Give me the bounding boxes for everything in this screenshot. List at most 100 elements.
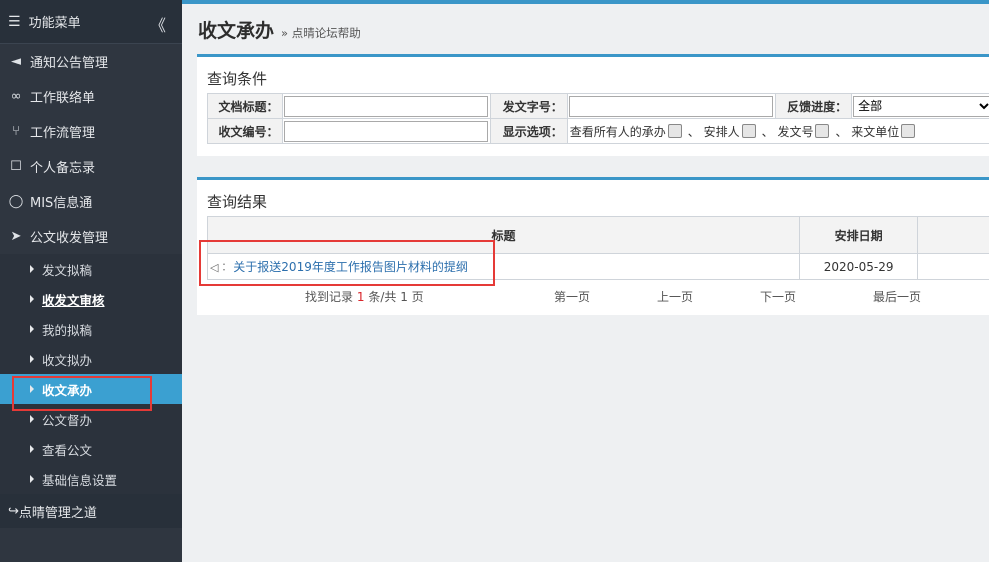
chat-icon: ◯ bbox=[8, 194, 24, 209]
option-view-all: 查看所有人的承办 bbox=[570, 123, 684, 140]
sidebar-item-notice[interactable]: ◄ 通知公告管理 bbox=[0, 44, 182, 79]
caret-right-icon bbox=[30, 415, 34, 423]
option-label: 查看所有人的承办 bbox=[569, 124, 666, 139]
sidebar-subitem-label: 查看公文 bbox=[42, 442, 93, 458]
pager-found-suffix: 页 bbox=[411, 290, 424, 304]
caret-right-icon bbox=[30, 355, 34, 363]
source-unit-checkbox[interactable] bbox=[901, 124, 916, 138]
sidebar-item-management-way[interactable]: ↪ 点晴管理之道 bbox=[0, 494, 182, 528]
display-options-label: 显示选项： bbox=[490, 118, 568, 144]
top-accent-bar bbox=[182, 0, 989, 4]
help-link[interactable]: » 点晴论坛帮助 bbox=[281, 25, 361, 41]
doc-number-checkbox[interactable] bbox=[815, 124, 830, 138]
doc-number-input[interactable] bbox=[568, 95, 773, 117]
receive-number-label: 收文编号： bbox=[206, 118, 284, 144]
sidebar-item-mis[interactable]: ◯ MIS信息通 bbox=[0, 184, 182, 219]
pager-summary: 找到记录 1 条/共 1 页 bbox=[305, 288, 424, 305]
sidebar-subitem-basic-settings[interactable]: 基础信息设置 bbox=[0, 464, 182, 494]
pager: 找到记录 1 条/共 1 页 第一页 上一页 下一页 最后一页 bbox=[197, 288, 989, 306]
column-header-extra bbox=[917, 216, 989, 254]
sidebar-subitem-label: 收发文审核 bbox=[42, 292, 105, 308]
next-page-link[interactable]: 下一页 bbox=[760, 288, 796, 305]
workflow-icon: ⑂ bbox=[12, 124, 20, 139]
sidebar-subitem-draft[interactable]: 发文拟稿 bbox=[0, 254, 182, 284]
caret-right-icon bbox=[30, 325, 34, 333]
table-header-row: 标题 安排日期 bbox=[207, 216, 989, 254]
sidebar-item-contact-sheet[interactable]: ∞ 工作联络单 bbox=[0, 79, 182, 114]
results-panel-title: 查询结果 bbox=[207, 193, 268, 211]
last-page-link[interactable]: 最后一页 bbox=[873, 288, 921, 305]
sidebar-item-memo[interactable]: ☐ 个人备忘录 bbox=[0, 149, 182, 184]
send-icon: ➤ bbox=[10, 229, 22, 244]
view-all-checkbox[interactable] bbox=[667, 124, 682, 138]
pager-found-prefix: 找到记录 bbox=[305, 290, 354, 304]
caret-right-icon bbox=[30, 475, 34, 483]
sidebar-subitem-receive-plan[interactable]: 收文拟办 bbox=[0, 344, 182, 374]
row-date-cell: 2020-05-29 bbox=[798, 253, 919, 280]
sidebar-item-label: 工作联络单 bbox=[30, 91, 96, 106]
sidebar-item-label: MIS信息通 bbox=[30, 196, 93, 211]
sidebar-submenu: 发文拟稿 收发文审核 我的拟稿 收文拟办 收文承办 公文督办 查看公文 基础信息… bbox=[0, 254, 182, 494]
query-panel: 查询条件 文档标题： 发文字号： 反馈进度： 全部 收文编号： 显示选项： 查看… bbox=[197, 54, 989, 156]
option-label: 、 来文单位 bbox=[835, 124, 900, 139]
sidebar-subitem-label: 我的拟稿 bbox=[42, 322, 93, 338]
first-page-link[interactable]: 第一页 bbox=[554, 288, 590, 305]
sidebar-header-label: 功能菜单 bbox=[28, 16, 81, 31]
sidebar-subitem-my-drafts[interactable]: 我的拟稿 bbox=[0, 314, 182, 344]
column-header-title[interactable]: 标题 bbox=[207, 216, 800, 254]
collapse-sidebar-icon[interactable]: 《 bbox=[150, 12, 166, 36]
share-icon: ↪ bbox=[8, 503, 19, 519]
sidebar-item-label: 个人备忘录 bbox=[30, 161, 96, 176]
progress-select[interactable]: 全部 bbox=[853, 95, 989, 117]
pager-found-mid: 条/共 bbox=[368, 290, 397, 304]
sidebar-item-label: 点晴管理之道 bbox=[18, 505, 97, 521]
progress-cell: 全部 bbox=[851, 93, 989, 119]
row-title-link[interactable]: 关于报送2019年度工作报告图片材料的提纲 bbox=[233, 260, 468, 274]
sidebar-subitem-view-docs[interactable]: 查看公文 bbox=[0, 434, 182, 464]
doc-title-input[interactable] bbox=[284, 95, 489, 117]
sidebar-item-label: 通知公告管理 bbox=[30, 56, 109, 71]
option-source-unit: 、 来文单位 bbox=[831, 123, 917, 140]
option-doc-number: 、 发文号 bbox=[758, 123, 832, 140]
sidebar-subitem-review[interactable]: 收发文审核 bbox=[0, 284, 182, 314]
display-options-cell: 查看所有人的承办 、 安排人 、 发文号 、 来文单位 bbox=[566, 118, 989, 144]
doc-number-label: 发文字号： bbox=[490, 93, 568, 119]
sidebar-item-label: 工作流管理 bbox=[30, 126, 96, 141]
sidebar-subitem-label: 基础信息设置 bbox=[42, 472, 118, 488]
doc-number-cell bbox=[566, 93, 776, 119]
sidebar-item-document-management[interactable]: ➤ 公文收发管理 bbox=[0, 219, 182, 254]
query-form: 文档标题： 发文字号： 反馈进度： 全部 收文编号： 显示选项： 查看所有人的承… bbox=[206, 93, 989, 144]
caret-right-icon bbox=[30, 445, 34, 453]
sidebar-subitem-label: 发文拟稿 bbox=[42, 262, 93, 278]
bookmark-icon: ☐ bbox=[10, 159, 22, 174]
speaker-icon: ◁︰ bbox=[210, 261, 230, 274]
receive-number-input[interactable] bbox=[284, 120, 489, 142]
megaphone-icon: ◄ bbox=[11, 54, 21, 69]
results-panel: 查询结果 标题 安排日期 ◁︰ 关于报送2019年度工作报告图片材料的提纲 20… bbox=[197, 177, 989, 315]
sidebar-subitem-label: 收文承办 bbox=[42, 382, 93, 398]
receive-number-cell bbox=[282, 118, 492, 144]
caret-right-icon bbox=[30, 295, 34, 303]
sidebar-subitem-receive-handle[interactable]: 收文承办 bbox=[0, 374, 182, 404]
sidebar-item-workflow[interactable]: ⑂ 工作流管理 bbox=[0, 114, 182, 149]
row-title-cell: ◁︰ 关于报送2019年度工作报告图片材料的提纲 bbox=[207, 253, 800, 280]
pager-pages: 1 bbox=[400, 290, 408, 304]
arranger-checkbox[interactable] bbox=[741, 124, 756, 138]
caret-right-icon bbox=[30, 385, 34, 393]
sidebar-item-label: 公文收发管理 bbox=[30, 231, 109, 246]
page-title: 收文承办 bbox=[198, 20, 275, 42]
sidebar-subitem-supervise[interactable]: 公文督办 bbox=[0, 404, 182, 434]
query-panel-title: 查询条件 bbox=[207, 70, 268, 88]
option-label: 、 发文号 bbox=[761, 124, 814, 139]
option-arranger: 、 安排人 bbox=[684, 123, 758, 140]
column-header-date[interactable]: 安排日期 bbox=[798, 216, 919, 254]
prev-page-link[interactable]: 上一页 bbox=[657, 288, 693, 305]
table-row: ◁︰ 关于报送2019年度工作报告图片材料的提纲 2020-05-29 bbox=[207, 253, 989, 280]
pager-count: 1 bbox=[356, 290, 365, 304]
option-label: 、 安排人 bbox=[687, 124, 740, 139]
doc-title-cell bbox=[282, 93, 492, 119]
results-table: 标题 安排日期 ◁︰ 关于报送2019年度工作报告图片材料的提纲 2020-05… bbox=[207, 216, 989, 280]
caret-right-icon bbox=[30, 265, 34, 273]
row-extra-cell bbox=[917, 253, 989, 280]
sidebar-subitem-label: 收文拟办 bbox=[42, 352, 93, 368]
